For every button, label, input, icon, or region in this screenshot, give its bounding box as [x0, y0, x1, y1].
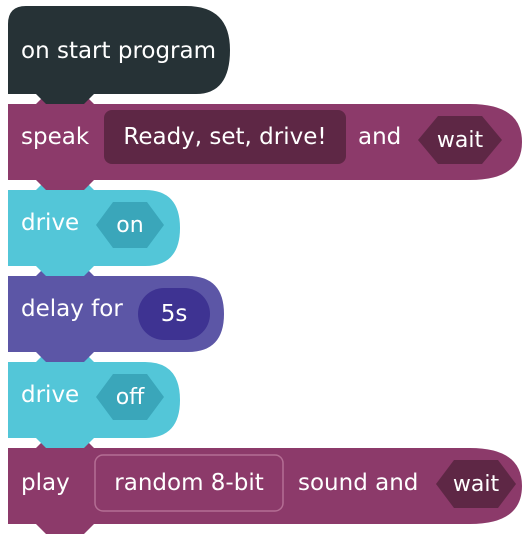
drive-off-dropdown[interactable]: off	[96, 374, 164, 420]
play-suffix-label: sound and	[298, 470, 419, 496]
start-program-label: on start program	[21, 38, 217, 64]
program-canvas: on start program speak Ready, set, drive…	[0, 0, 530, 538]
play-wait-value: wait	[452, 471, 500, 497]
play-label: play	[21, 470, 70, 496]
play-wait-dropdown[interactable]: wait	[436, 460, 516, 508]
drive-on-value: on	[116, 212, 144, 238]
drive-on-label: drive	[21, 210, 80, 236]
drive-on-dropdown[interactable]: on	[96, 202, 164, 248]
drive-off-label: drive	[21, 382, 80, 408]
delay-value[interactable]: 5s	[138, 288, 210, 340]
speak-wait-value: wait	[436, 127, 484, 153]
play-sound-value[interactable]: random 8-bit	[95, 455, 283, 511]
drive-off-value: off	[115, 384, 145, 410]
speak-label: speak	[21, 124, 90, 150]
delay-label: delay for	[21, 296, 123, 322]
speak-and-label: and	[358, 124, 402, 150]
speak-wait-dropdown[interactable]: wait	[418, 116, 502, 164]
speak-text-value[interactable]: Ready, set, drive!	[104, 110, 346, 164]
